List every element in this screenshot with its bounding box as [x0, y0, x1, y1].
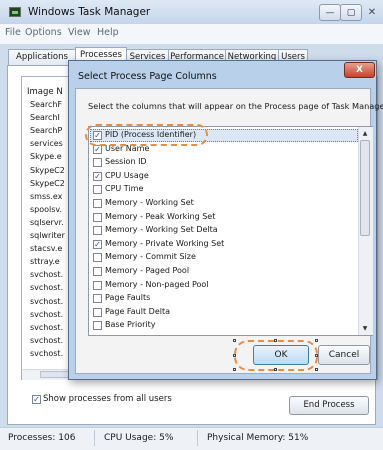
process-row[interactable]: svchost.: [30, 336, 63, 345]
minimize-button[interactable]: —: [319, 4, 341, 21]
column-checkbox[interactable]: [93, 294, 102, 304]
process-row[interactable]: svchost.: [30, 310, 63, 319]
maximize-button[interactable]: ▢: [340, 4, 362, 21]
window-title: Windows Task Manager: [28, 6, 151, 18]
status-cpu: CPU Usage: 5%: [104, 433, 174, 443]
column-option-label[interactable]: CPU Time: [105, 184, 143, 193]
show-all-users-label: Show processes from all users: [43, 394, 172, 404]
column-option-label[interactable]: Page Faults: [105, 293, 150, 302]
process-row[interactable]: SkypeC2: [30, 179, 65, 188]
status-processes: Processes: 106: [8, 433, 76, 443]
dialog-title: Select Process Page Columns: [78, 71, 217, 82]
column-option-label[interactable]: Memory - Working Set: [105, 198, 194, 207]
menu-view[interactable]: View: [68, 27, 91, 38]
column-checkbox[interactable]: [93, 185, 102, 195]
selection-handle: [274, 339, 277, 342]
column-option-label[interactable]: Memory - Peak Working Set: [105, 212, 215, 221]
process-row[interactable]: svchost.: [30, 349, 63, 358]
menu-help[interactable]: Help: [97, 27, 119, 38]
process-row[interactable]: spoolsv.: [30, 205, 62, 214]
ok-button[interactable]: OK: [253, 345, 309, 365]
cancel-button[interactable]: Cancel: [318, 345, 370, 365]
column-checkbox[interactable]: [93, 212, 102, 222]
process-row[interactable]: services: [30, 139, 63, 148]
process-row[interactable]: SearchP: [30, 126, 62, 135]
process-row[interactable]: svchost.: [30, 283, 63, 292]
status-divider: [94, 430, 95, 446]
process-row[interactable]: sqlwriter: [30, 231, 65, 240]
column-checkbox[interactable]: [93, 226, 102, 236]
column-header-image-name[interactable]: Image N: [27, 87, 63, 97]
window-close-button[interactable]: ✕: [362, 4, 382, 21]
task-manager-icon: [9, 7, 21, 17]
pid-highlight-ring: [85, 124, 208, 146]
column-option-label[interactable]: Session ID: [105, 157, 147, 166]
column-checkbox[interactable]: [93, 307, 102, 317]
process-row[interactable]: sttray.e: [30, 257, 60, 266]
status-memory: Physical Memory: 51%: [207, 433, 309, 443]
selection-handle: [274, 368, 277, 371]
column-checkbox[interactable]: ✓: [93, 239, 102, 249]
process-row[interactable]: Skype.e: [30, 152, 62, 161]
column-checkbox[interactable]: [93, 280, 102, 290]
process-row[interactable]: SearchI: [30, 113, 60, 122]
status-divider: [197, 430, 198, 446]
scroll-down-arrow-icon[interactable]: ▼: [359, 323, 371, 334]
column-option-label[interactable]: Memory - Non-paged Pool: [105, 280, 209, 289]
dialog-close-button[interactable]: X: [344, 62, 375, 78]
process-row[interactable]: smss.ex: [30, 192, 62, 201]
process-row[interactable]: svchost.: [30, 270, 63, 279]
selection-handle: [315, 368, 318, 371]
menu-file[interactable]: File: [5, 27, 21, 38]
column-option-label[interactable]: Page Fault Delta: [105, 307, 170, 316]
menu-options[interactable]: Options: [25, 27, 62, 38]
column-option-label[interactable]: Memory - Paged Pool: [105, 266, 189, 275]
column-checkbox[interactable]: [93, 158, 102, 168]
process-row[interactable]: SearchF: [30, 100, 62, 109]
show-all-users-checkbox[interactable]: ✓: [32, 395, 41, 404]
column-option-label[interactable]: Memory - Private Working Set: [105, 239, 224, 248]
selection-handle: [233, 368, 236, 371]
column-option-label[interactable]: Base Priority: [105, 320, 156, 329]
process-row[interactable]: svchost.: [30, 297, 63, 306]
selection-handle: [233, 339, 236, 342]
dialog-instruction: Select the columns that will appear on t…: [88, 101, 383, 111]
column-checkbox[interactable]: [93, 267, 102, 276]
column-option-label[interactable]: Memory - Working Set Delta: [105, 225, 218, 234]
selection-handle: [315, 339, 318, 342]
process-row[interactable]: svchost.: [30, 323, 63, 332]
end-process-button[interactable]: End Process: [289, 396, 369, 415]
process-row[interactable]: SkypeC2: [30, 166, 65, 175]
process-row[interactable]: stacsv.e: [30, 244, 62, 253]
column-list-scroll-thumb[interactable]: [360, 140, 370, 236]
scroll-up-arrow-icon[interactable]: ▲: [359, 128, 371, 139]
selection-handle: [233, 354, 236, 357]
column-checkbox[interactable]: [93, 253, 102, 263]
tab-applications[interactable]: Applications: [8, 49, 76, 65]
column-checkbox[interactable]: [93, 199, 102, 208]
column-option-label[interactable]: Memory - Commit Size: [105, 252, 196, 261]
column-checkbox[interactable]: ✓: [93, 171, 102, 181]
column-option-label[interactable]: CPU Usage: [105, 171, 149, 180]
process-row[interactable]: sqlservr.: [30, 218, 64, 227]
column-checkbox[interactable]: [93, 321, 102, 331]
